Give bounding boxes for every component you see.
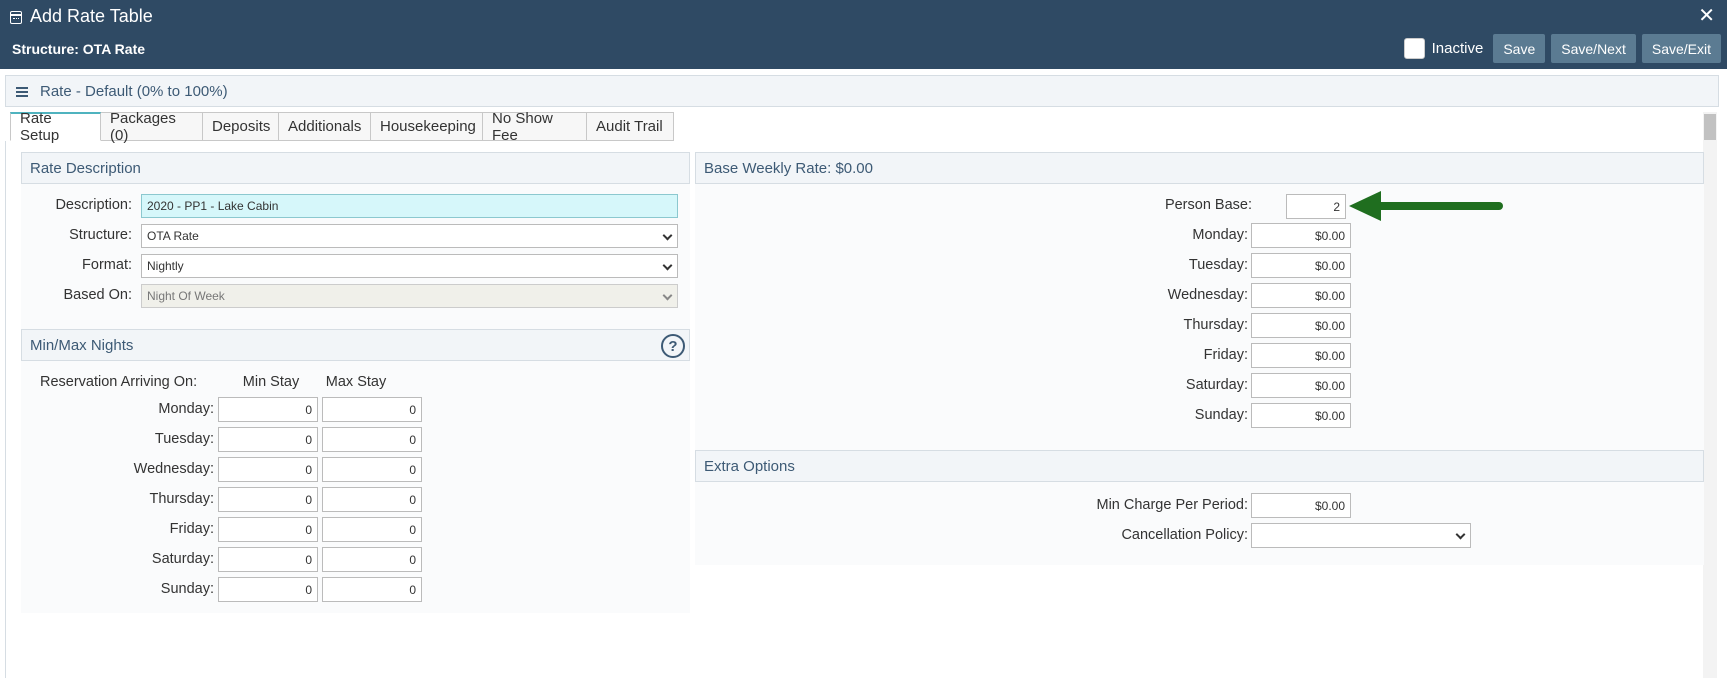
arrow-annotation-icon xyxy=(1349,191,1503,221)
cancellation-policy-select[interactable] xyxy=(1251,523,1471,548)
rate-input[interactable]: $0.00 xyxy=(1251,223,1351,248)
menu-icon[interactable] xyxy=(16,87,28,97)
chevron-down-icon xyxy=(1455,529,1466,540)
min-stay-input[interactable]: 0 xyxy=(218,547,318,572)
day-label: Thursday: xyxy=(149,491,214,507)
min-stay-input[interactable]: 0 xyxy=(218,577,318,602)
day-label: Saturday: xyxy=(1185,377,1248,393)
save-exit-button[interactable]: Save/Exit xyxy=(1641,34,1721,63)
day-label: Tuesday: xyxy=(154,431,214,447)
extra-options-heading: Extra Options xyxy=(695,450,1704,482)
day-label: Monday: xyxy=(158,401,214,417)
max-stay-input[interactable]: 0 xyxy=(322,487,422,512)
tab-bar: Rate Setup Packages (0) Deposits Additio… xyxy=(10,110,674,144)
based-on-select-value: Night Of Week xyxy=(147,289,225,303)
chevron-down-icon xyxy=(662,230,673,241)
inactive-label: Inactive xyxy=(1431,40,1484,57)
save-button[interactable]: Save xyxy=(1493,34,1546,63)
min-stay-input[interactable]: 0 xyxy=(218,457,318,482)
structure-select[interactable]: OTA Rate xyxy=(141,224,678,248)
day-label: Wednesday: xyxy=(133,461,214,477)
day-label: Tuesday: xyxy=(1188,257,1248,273)
rate-input[interactable]: $0.00 xyxy=(1251,283,1351,308)
rate-title: Rate - Default (0% to 100%) xyxy=(40,82,228,100)
arriving-label: Reservation Arriving On: xyxy=(40,374,198,390)
cancellation-policy-label: Cancellation Policy: xyxy=(1121,527,1248,543)
max-stay-input[interactable]: 0 xyxy=(322,427,422,452)
day-label: Sunday: xyxy=(160,581,214,597)
calendar-icon xyxy=(10,10,22,24)
day-label: Monday: xyxy=(1192,227,1248,243)
scrollbar-thumb[interactable] xyxy=(1704,114,1716,140)
min-max-heading-text: Min/Max Nights xyxy=(30,336,134,354)
min-stay-input[interactable]: 0 xyxy=(218,397,318,422)
rate-input[interactable]: $0.00 xyxy=(1251,403,1351,428)
rate-description-heading: Rate Description xyxy=(21,152,690,184)
tab-packages[interactable]: Packages (0) xyxy=(101,110,203,144)
rate-input[interactable]: $0.00 xyxy=(1251,343,1351,368)
day-label: Wednesday: xyxy=(1167,287,1248,303)
person-base-input[interactable]: 2 xyxy=(1286,194,1346,219)
tab-no-show-fee[interactable]: No Show Fee xyxy=(483,110,587,144)
day-label: Friday: xyxy=(1203,347,1248,363)
max-stay-input[interactable]: 0 xyxy=(322,517,422,542)
min-charge-input[interactable]: $0.00 xyxy=(1251,493,1351,518)
structure-select-value: OTA Rate xyxy=(147,229,199,243)
min-charge-label: Min Charge Per Period: xyxy=(1096,497,1248,513)
rate-input[interactable]: $0.00 xyxy=(1251,253,1351,278)
format-label: Format: xyxy=(82,257,132,273)
min-max-heading: Min/Max Nights xyxy=(21,329,690,361)
max-stay-input[interactable]: 0 xyxy=(322,547,422,572)
day-label: Thursday: xyxy=(1183,317,1248,333)
day-label: Sunday: xyxy=(1194,407,1248,423)
title-row: Add Rate Table xyxy=(10,4,153,28)
description-input[interactable]: 2020 - PP1 - Lake Cabin xyxy=(141,194,678,218)
max-stay-input[interactable]: 0 xyxy=(322,457,422,482)
chevron-down-icon xyxy=(662,260,673,271)
format-select-value: Nightly xyxy=(147,259,184,273)
format-select[interactable]: Nightly xyxy=(141,254,678,278)
structure-label: Structure: OTA Rate xyxy=(12,41,146,57)
close-icon[interactable]: ✕ xyxy=(1698,3,1715,28)
max-stay-header: Max Stay xyxy=(325,374,387,390)
min-stay-input[interactable]: 0 xyxy=(218,427,318,452)
tab-audit-trail[interactable]: Audit Trail xyxy=(587,112,674,141)
day-label: Saturday: xyxy=(151,551,214,567)
tab-rate-setup[interactable]: Rate Setup xyxy=(10,110,101,144)
tab-additionals[interactable]: Additionals xyxy=(279,112,371,141)
based-on-label: Based On: xyxy=(63,287,132,303)
rate-input[interactable]: $0.00 xyxy=(1251,313,1351,338)
max-stay-input[interactable]: 0 xyxy=(322,397,422,422)
structure-field-label: Structure: xyxy=(69,227,132,243)
day-label: Friday: xyxy=(169,521,214,537)
dialog-title: Add Rate Table xyxy=(30,5,153,26)
person-base-label: Person Base: xyxy=(1164,197,1252,213)
scrollbar[interactable] xyxy=(1703,112,1717,678)
dialog-header: Add Rate Table ✕ Structure: OTA Rate Ina… xyxy=(0,0,1727,69)
based-on-select: Night Of Week xyxy=(141,284,678,308)
min-stay-header: Min Stay xyxy=(242,374,300,390)
min-stay-input[interactable]: 0 xyxy=(218,517,318,542)
tab-deposits[interactable]: Deposits xyxy=(203,112,279,141)
base-weekly-heading: Base Weekly Rate: $0.00 xyxy=(695,152,1704,184)
rate-input[interactable]: $0.00 xyxy=(1251,373,1351,398)
help-icon[interactable]: ? xyxy=(661,334,685,358)
header-actions: Inactive Save Save/Next Save/Exit xyxy=(1403,34,1721,63)
inactive-toggle[interactable]: Inactive xyxy=(1403,38,1484,59)
chevron-down-icon xyxy=(662,290,673,301)
description-label: Description: xyxy=(55,197,132,213)
tab-housekeeping[interactable]: Housekeeping xyxy=(371,112,483,141)
inactive-checkbox[interactable] xyxy=(1403,38,1425,59)
max-stay-input[interactable]: 0 xyxy=(322,577,422,602)
min-stay-input[interactable]: 0 xyxy=(218,487,318,512)
rate-bar: Rate - Default (0% to 100%) xyxy=(5,75,1719,107)
save-next-button[interactable]: Save/Next xyxy=(1551,34,1636,63)
